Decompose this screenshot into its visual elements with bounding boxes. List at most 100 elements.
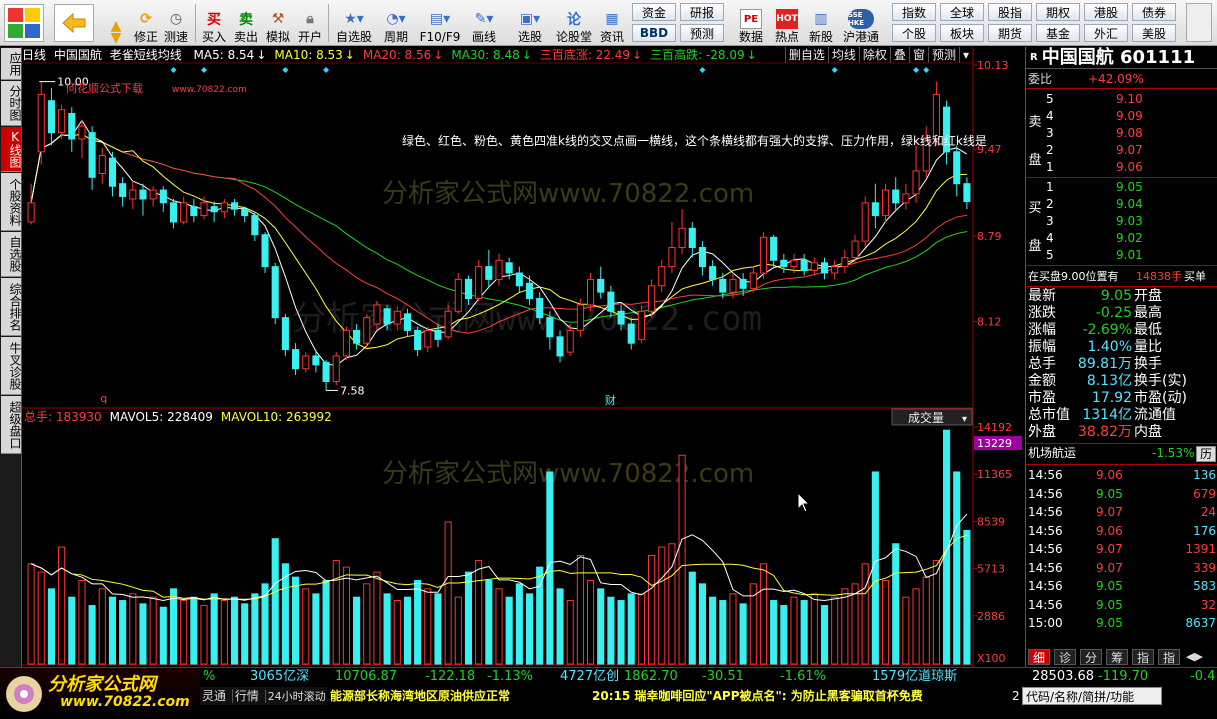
candle-body[interactable] bbox=[454, 278, 462, 312]
volume-bar[interactable] bbox=[342, 566, 350, 665]
toolbar-scroll[interactable] bbox=[1186, 3, 1212, 42]
candle-body[interactable] bbox=[312, 355, 320, 366]
ad-url[interactable]: www.70822.com bbox=[172, 85, 247, 95]
bond-button[interactable]: 债券 bbox=[1132, 3, 1176, 21]
us-stock-button[interactable]: 美股 bbox=[1132, 24, 1176, 42]
candle-body[interactable] bbox=[393, 310, 401, 325]
index-button[interactable]: 指数 bbox=[892, 3, 936, 21]
volume-bar[interactable] bbox=[912, 588, 920, 665]
candle-body[interactable] bbox=[200, 202, 208, 217]
candle-body[interactable] bbox=[169, 202, 178, 223]
candle-body[interactable] bbox=[861, 202, 869, 242]
candle-body[interactable] bbox=[261, 234, 269, 268]
candle-body[interactable] bbox=[678, 227, 686, 248]
code-search-input[interactable]: 代码/名称/简拼/功能 bbox=[1022, 687, 1162, 705]
volume-bar[interactable] bbox=[37, 571, 45, 665]
volume-bar[interactable] bbox=[566, 600, 574, 665]
candle-body[interactable] bbox=[637, 310, 645, 340]
candle-body[interactable] bbox=[871, 202, 879, 217]
history-button[interactable]: 历 bbox=[1196, 446, 1217, 462]
period-button[interactable]: ◔▾ 周期 bbox=[378, 2, 414, 44]
volume-bar[interactable] bbox=[393, 600, 401, 665]
candle-body[interactable] bbox=[210, 206, 218, 213]
candle-body[interactable] bbox=[648, 285, 656, 312]
candle-body[interactable] bbox=[709, 266, 717, 280]
candle-body[interactable] bbox=[881, 189, 890, 217]
tab-24h[interactable]: 24小时滚动 bbox=[264, 690, 328, 703]
volume-bar[interactable] bbox=[414, 580, 422, 665]
options-button[interactable]: 期权 bbox=[1036, 3, 1080, 21]
sidebar-item-6[interactable]: 牛叉诊股 bbox=[1, 337, 22, 395]
volume-bar[interactable] bbox=[607, 596, 615, 665]
stock-index-button[interactable]: 股指 bbox=[988, 3, 1032, 21]
candle-body[interactable] bbox=[27, 202, 35, 223]
candle-body[interactable] bbox=[607, 291, 615, 312]
news-button[interactable]: ▦ 资讯 bbox=[598, 2, 626, 44]
candle-body[interactable] bbox=[770, 236, 778, 261]
candle-body[interactable] bbox=[505, 262, 513, 274]
candle-body[interactable] bbox=[149, 189, 157, 200]
volume-bar[interactable] bbox=[719, 600, 727, 665]
candle-body[interactable] bbox=[129, 189, 137, 200]
volume-bar[interactable] bbox=[597, 588, 605, 665]
volume-bar[interactable] bbox=[515, 583, 523, 665]
volume-bar[interactable] bbox=[434, 593, 442, 665]
volume-bar[interactable] bbox=[617, 600, 625, 665]
volume-bar[interactable] bbox=[485, 580, 493, 665]
candle-body[interactable] bbox=[403, 313, 412, 331]
candle-body[interactable] bbox=[241, 208, 249, 217]
sidebar-item-3[interactable]: 个股资料 bbox=[1, 173, 22, 231]
volume-bar[interactable] bbox=[932, 559, 940, 665]
sidebar-item-7[interactable]: 超级盘口 bbox=[1, 396, 22, 454]
volume-bar[interactable] bbox=[851, 583, 859, 665]
kline-chart[interactable]: 10.139.478.798.12分析家公式网www.70822.com分析家公… bbox=[22, 47, 1024, 667]
candle-body[interactable] bbox=[78, 125, 86, 140]
volume-bar[interactable] bbox=[953, 471, 961, 665]
volume-bar[interactable] bbox=[373, 571, 381, 665]
candle-body[interactable] bbox=[119, 183, 127, 197]
candle-body[interactable] bbox=[953, 151, 961, 185]
simulate-button[interactable]: ⚒ 模拟 bbox=[264, 2, 292, 44]
volume-bar[interactable] bbox=[627, 593, 635, 665]
candle-body[interactable] bbox=[302, 355, 310, 370]
candle-body[interactable] bbox=[88, 132, 96, 178]
candle-body[interactable] bbox=[597, 278, 605, 293]
candle-body[interactable] bbox=[902, 193, 910, 204]
tab-arrows-icon[interactable]: ◀▶ bbox=[1186, 650, 1203, 663]
volume-bar[interactable] bbox=[139, 603, 147, 665]
volume-bar[interactable] bbox=[495, 588, 503, 665]
candle-body[interactable] bbox=[37, 93, 45, 153]
volume-bar[interactable] bbox=[108, 596, 117, 665]
candle-body[interactable] bbox=[342, 329, 350, 357]
volume-bar[interactable] bbox=[292, 576, 300, 665]
candle-body[interactable] bbox=[739, 278, 747, 289]
volume-bar[interactable] bbox=[200, 605, 208, 665]
forecast-button[interactable]: 预测 bbox=[680, 24, 724, 42]
volume-bar[interactable] bbox=[688, 571, 696, 665]
volume-bar[interactable] bbox=[353, 596, 361, 665]
volume-bar[interactable] bbox=[963, 529, 971, 665]
volume-bar[interactable] bbox=[892, 543, 900, 665]
sidebar-item-4[interactable]: 自选股 bbox=[1, 232, 22, 277]
volume-bar[interactable] bbox=[129, 593, 137, 665]
candle-body[interactable] bbox=[963, 183, 971, 203]
volume-bar[interactable] bbox=[363, 583, 371, 665]
news-headline-1[interactable]: 能源部长称海湾地区原油供应正常 bbox=[330, 687, 510, 705]
hk-stock-button[interactable]: 港股 bbox=[1084, 3, 1128, 21]
candle-body[interactable] bbox=[515, 272, 523, 287]
panel-tab-4[interactable]: 指 bbox=[1132, 649, 1154, 665]
forex-button[interactable]: 外汇 bbox=[1084, 24, 1128, 42]
volume-bar[interactable] bbox=[648, 554, 656, 665]
candle-body[interactable] bbox=[139, 189, 147, 200]
volume-bar[interactable] bbox=[47, 588, 55, 665]
volume-bar[interactable] bbox=[800, 600, 808, 665]
candle-body[interactable] bbox=[841, 257, 849, 268]
volume-bar[interactable] bbox=[190, 596, 198, 665]
candle-body[interactable] bbox=[363, 317, 371, 344]
candle-body[interactable] bbox=[800, 259, 808, 271]
volume-bar[interactable] bbox=[58, 546, 66, 665]
ad-text[interactable]: 问花顺公式下载 bbox=[66, 82, 143, 95]
candle-body[interactable] bbox=[790, 259, 798, 268]
candle-body[interactable] bbox=[68, 112, 76, 140]
volume-bar[interactable] bbox=[475, 559, 483, 665]
